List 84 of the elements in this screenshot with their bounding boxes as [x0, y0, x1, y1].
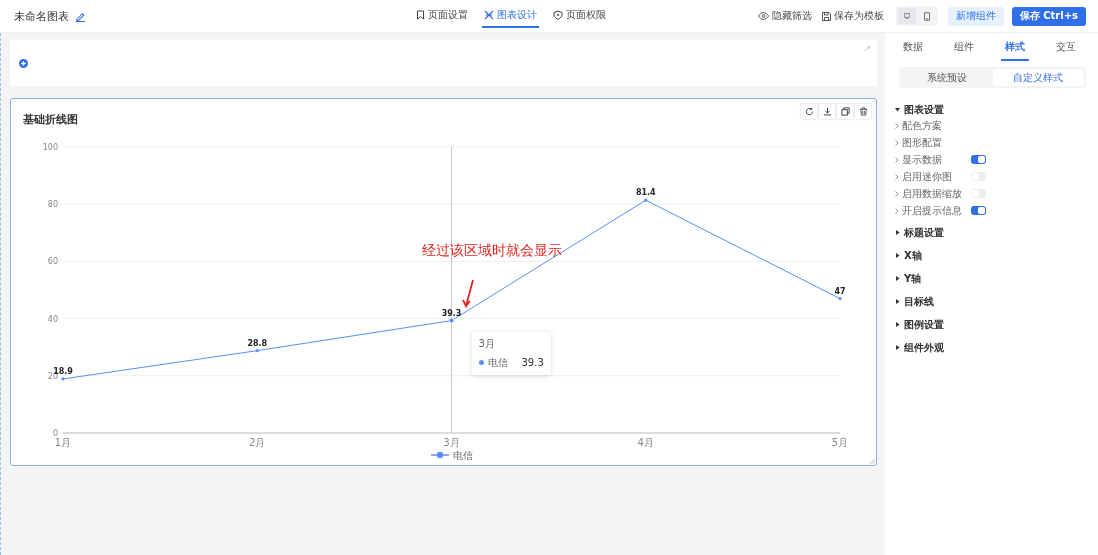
section-title[interactable]: 图表设置 — [904, 102, 944, 117]
setting-label: 图形配置 — [902, 135, 943, 150]
toggle-switch[interactable] — [971, 155, 986, 164]
download-button[interactable] — [819, 104, 835, 119]
resize-handle-icon[interactable] — [870, 459, 875, 464]
panel-tab[interactable]: 样式 — [1001, 38, 1029, 61]
section-title[interactable]: 组件外观 — [904, 340, 944, 355]
legend-label: 电信 — [453, 450, 473, 461]
add-icon[interactable] — [19, 59, 28, 68]
chevron-icon[interactable] — [895, 190, 899, 197]
design-tab[interactable]: 页面权限 — [551, 4, 608, 28]
chart-title: 基础折线图 — [23, 112, 78, 127]
section-title[interactable]: X轴 — [904, 248, 922, 263]
setting-label: 启用数据缩放 — [902, 186, 963, 201]
annotation-text: 经过该区域时就会显示 — [422, 242, 562, 258]
panel-tab[interactable]: 交互 — [1052, 38, 1080, 61]
y-tick-label: 80 — [47, 200, 58, 210]
section-title[interactable]: 目标线 — [904, 294, 934, 309]
tablet-icon — [923, 10, 930, 22]
segment-option[interactable]: 自定义样式 — [992, 69, 1084, 86]
toolbar-action[interactable]: 隐藏筛选 — [755, 9, 814, 23]
x-tick-label: 4月 — [637, 437, 654, 448]
x-tick-label: 2月 — [249, 437, 266, 448]
edit-icon[interactable] — [75, 10, 86, 22]
save-button[interactable]: 保存 Ctrl+s — [1011, 6, 1086, 26]
caret-icon[interactable] — [895, 253, 900, 258]
caret-icon[interactable] — [895, 276, 900, 281]
data-point[interactable] — [448, 317, 455, 324]
data-label: 39.3 — [441, 308, 462, 318]
save-icon — [821, 11, 831, 21]
legend-item[interactable]: 电信 — [430, 450, 473, 460]
pin-icon[interactable] — [864, 45, 871, 52]
eye-icon — [757, 12, 769, 20]
caret-icon[interactable] — [895, 322, 900, 327]
tooltip-title: 3月 — [478, 336, 496, 351]
y-tick-label: 40 — [47, 314, 58, 324]
setting-label: 开启提示信息 — [902, 203, 963, 218]
chevron-icon[interactable] — [895, 122, 899, 129]
design-tab[interactable]: 图表设计 — [482, 4, 539, 28]
x-tick-label: 3月 — [443, 437, 460, 448]
toggle-switch[interactable] — [971, 206, 986, 215]
caret-icon[interactable] — [895, 345, 900, 350]
x-tick-label: 5月 — [831, 437, 849, 448]
y-tick-label: 60 — [47, 257, 58, 267]
data-point[interactable] — [61, 377, 65, 381]
monitor-icon — [903, 11, 910, 21]
caret-icon[interactable] — [895, 230, 900, 235]
data-label: 28.8 — [247, 338, 268, 348]
data-point[interactable] — [838, 297, 842, 301]
bookmark-icon — [416, 10, 425, 20]
y-tick-label: 100 — [42, 143, 58, 152]
delete-button[interactable] — [855, 104, 871, 119]
desktop-view-button[interactable] — [897, 8, 916, 24]
refresh-button[interactable] — [801, 104, 817, 119]
chevron-icon[interactable] — [895, 207, 899, 214]
chevron-icon[interactable] — [895, 156, 899, 163]
panel-tab[interactable]: 组件 — [950, 38, 978, 61]
chevron-icon[interactable] — [895, 139, 899, 146]
x-tick-label: 1月 — [54, 437, 72, 448]
chevron-icon[interactable] — [895, 173, 899, 180]
data-point[interactable] — [644, 198, 648, 202]
add-component-button[interactable]: 新增组件 — [947, 6, 1004, 26]
tooltip-value: 39.3 — [521, 357, 544, 369]
design-tab[interactable]: 页面设置 — [414, 4, 470, 28]
setting-label: 配色方案 — [902, 118, 943, 133]
section-title[interactable]: Y轴 — [904, 271, 922, 286]
segment-option[interactable]: 系统预设 — [901, 69, 993, 86]
panel-tab[interactable]: 数据 — [899, 38, 927, 61]
setting-label: 启用迷你图 — [902, 169, 953, 184]
caret-icon[interactable] — [895, 107, 900, 112]
tooltip-series: 电信 — [487, 355, 508, 370]
section-title[interactable]: 标题设置 — [904, 225, 944, 240]
data-label: 47 — [834, 286, 846, 296]
cross-tools-icon — [484, 10, 494, 20]
toolbar-action[interactable]: 保存为模板 — [819, 9, 886, 23]
copy-button[interactable] — [837, 104, 853, 119]
data-label: 81.4 — [635, 188, 656, 198]
page-title: 未命名图表 — [14, 8, 69, 24]
setting-label: 显示数据 — [902, 152, 943, 167]
caret-icon[interactable] — [895, 299, 900, 304]
shield-icon — [553, 10, 563, 20]
data-point[interactable] — [255, 349, 259, 353]
section-title[interactable]: 图例设置 — [904, 317, 944, 332]
y-tick-label: 0 — [52, 429, 58, 438]
